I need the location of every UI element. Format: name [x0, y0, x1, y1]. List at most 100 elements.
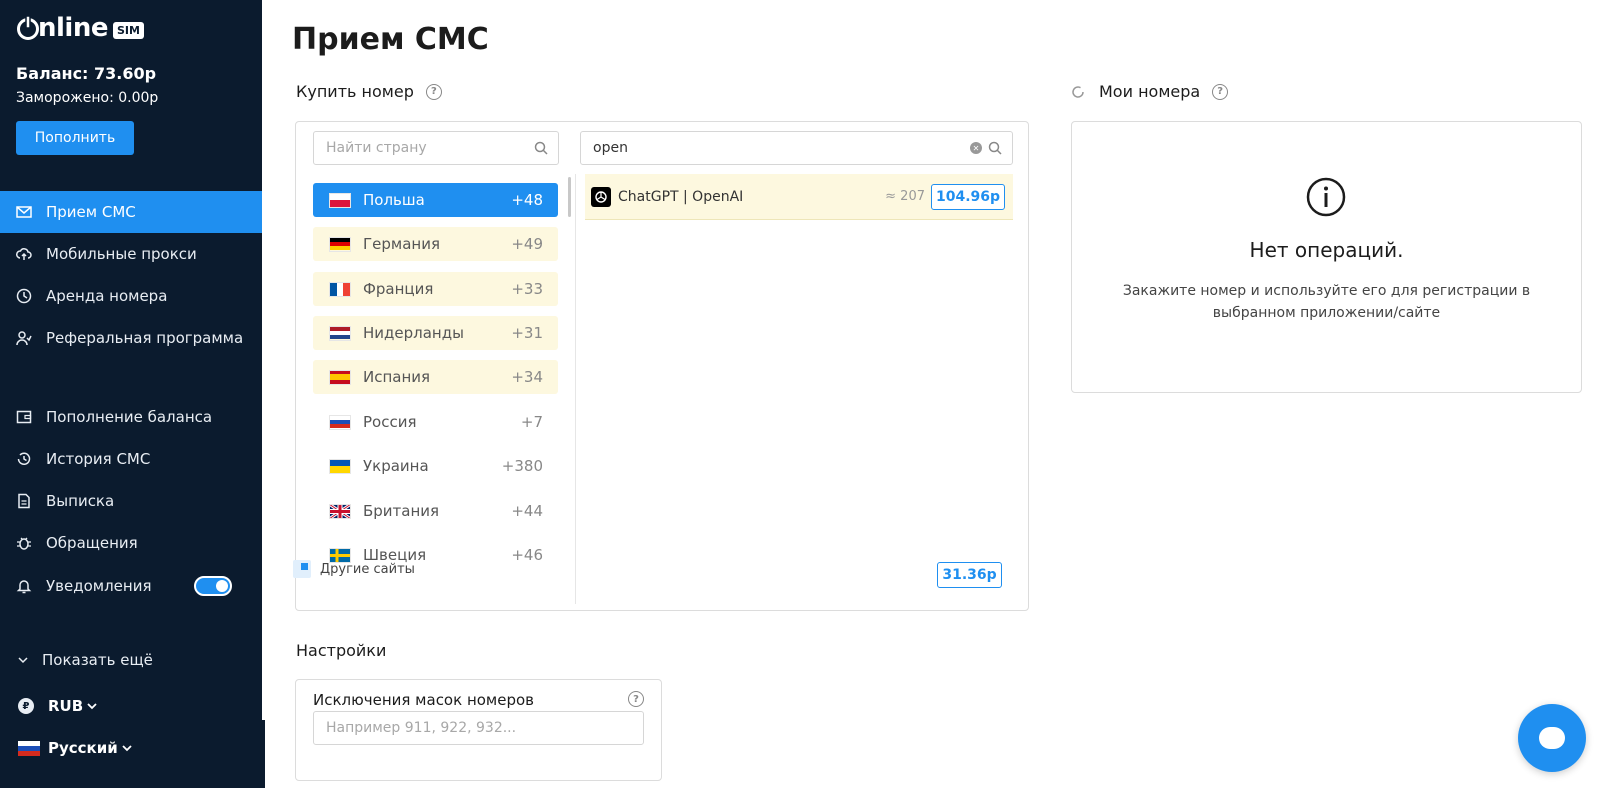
- language-selector[interactable]: Русский: [18, 739, 132, 757]
- nav-label: Аренда номера: [46, 287, 168, 305]
- ukraine-flag-icon: [329, 458, 351, 474]
- power-logo-icon: [17, 15, 39, 40]
- settings-title: Настройки: [296, 641, 387, 660]
- chat-button[interactable]: [1518, 704, 1586, 772]
- ruble-coin-icon: ₽: [18, 698, 34, 714]
- other-sites-price-button[interactable]: 31.36р: [937, 562, 1002, 588]
- users-icon: [16, 330, 32, 346]
- nav-label: Мобильные прокси: [46, 245, 197, 263]
- my-numbers-title: Мои номера: [1099, 82, 1201, 101]
- help-icon[interactable]: ?: [425, 83, 442, 100]
- country-row-ukraine[interactable]: Украина +380: [313, 449, 558, 483]
- logo[interactable]: nline SIM: [16, 14, 144, 42]
- country-row-germany[interactable]: Германия +49: [313, 227, 558, 261]
- britain-flag-icon: [329, 503, 351, 519]
- country-name: Испания: [363, 368, 431, 386]
- frozen-balance: Заморожено: 0.00р: [16, 90, 159, 106]
- nav-label: Пополнение баланса: [46, 408, 213, 426]
- netherlands-flag-icon: [329, 325, 351, 341]
- help-icon[interactable]: ?: [1212, 83, 1229, 100]
- nav-label: Обращения: [46, 534, 138, 552]
- country-row-spain[interactable]: Испания +34: [313, 360, 558, 394]
- refresh-icon[interactable]: [1071, 85, 1085, 99]
- show-more-button[interactable]: Показать ещё: [18, 651, 153, 669]
- service-count: ≈ 207: [885, 189, 925, 204]
- country-row-poland[interactable]: Польша +48: [313, 183, 558, 217]
- country-row-russia[interactable]: Россия +7: [313, 405, 558, 439]
- country-code: +34: [511, 368, 543, 386]
- nav-item-sms-history[interactable]: История СМС: [0, 438, 265, 480]
- country-name: Нидерланды: [363, 324, 464, 342]
- germany-flag-icon: [329, 236, 351, 252]
- buy-number-card: Найти страну open ✕ Польша +48 Германия …: [295, 121, 1029, 611]
- wallet-icon: [16, 409, 32, 425]
- country-name: Польша: [363, 191, 425, 209]
- mail-icon: [16, 204, 32, 220]
- country-name: Россия: [363, 413, 417, 431]
- language-label: Русский: [48, 739, 118, 757]
- chevron-down-icon: [87, 703, 97, 710]
- country-row-netherlands[interactable]: Нидерланды +31: [313, 316, 558, 350]
- empty-title: Нет операций.: [1249, 238, 1404, 262]
- chevron-down-icon: [122, 745, 132, 752]
- masks-label: Исключения масок номеров: [313, 691, 535, 709]
- country-row-france[interactable]: Франция +33: [313, 272, 558, 306]
- sidebar-scrollbar[interactable]: [262, 0, 265, 720]
- openai-icon: [591, 186, 611, 207]
- clock-icon: [16, 288, 32, 304]
- country-list-scrollbar[interactable]: [568, 177, 571, 217]
- page-title: Прием СМС: [292, 22, 489, 57]
- show-more-label: Показать ещё: [42, 651, 153, 669]
- service-price-button[interactable]: 104.96р: [931, 183, 1005, 210]
- country-search-placeholder: Найти страну: [326, 140, 427, 156]
- topup-button[interactable]: Пополнить: [16, 121, 134, 155]
- poland-flag-icon: [329, 192, 351, 208]
- country-row-britain[interactable]: Британия +44: [313, 494, 558, 528]
- other-sites-row[interactable]: Другие сайты: [293, 560, 415, 578]
- nav-item-statement[interactable]: Выписка: [0, 480, 265, 522]
- search-icon: [988, 141, 1002, 155]
- info-icon: [1306, 177, 1346, 217]
- help-icon[interactable]: ?: [628, 691, 644, 707]
- chat-bubble-icon: [1539, 727, 1565, 749]
- balance: Баланс: 73.60р: [16, 64, 157, 83]
- service-search-input[interactable]: open ✕: [580, 131, 1013, 165]
- sidebar: nline SIM Баланс: 73.60р Заморожено: 0.0…: [0, 0, 265, 788]
- clear-icon[interactable]: ✕: [970, 142, 982, 154]
- nav-item-rent-number[interactable]: Аренда номера: [0, 275, 265, 317]
- nav-label: История СМС: [46, 450, 151, 468]
- service-row-chatgpt[interactable]: ChatGPT | OpenAI ≈ 207 104.96р: [585, 174, 1013, 220]
- empty-text: Закажите номер и используйте его для рег…: [1122, 283, 1531, 321]
- notifications-toggle[interactable]: [194, 576, 232, 596]
- currency-label: RUB: [48, 697, 84, 715]
- currency-selector[interactable]: ₽ RUB: [18, 697, 97, 715]
- logo-text: nline: [38, 13, 108, 43]
- history-icon: [16, 451, 32, 467]
- nav-item-mobile-proxy[interactable]: Мобильные прокси: [0, 233, 265, 275]
- nav-item-topup-balance[interactable]: Пополнение баланса: [0, 396, 265, 438]
- country-name: Британия: [363, 502, 440, 520]
- buy-number-heading: Купить номер ?: [296, 82, 442, 101]
- chevron-down-icon: [18, 657, 28, 664]
- service-search-value: open: [593, 140, 628, 156]
- nav-item-support[interactable]: Обращения: [0, 522, 265, 564]
- country-code: +46: [511, 546, 543, 564]
- country-code: +49: [511, 235, 543, 253]
- bug-icon: [16, 535, 32, 551]
- nav-item-referral[interactable]: Реферальная программа: [0, 317, 265, 359]
- buy-number-title: Купить номер: [296, 82, 414, 101]
- country-search-input[interactable]: Найти страну: [313, 131, 559, 165]
- russia-flag-icon: [329, 414, 351, 430]
- nav-item-sms-receive[interactable]: Прием СМС: [0, 191, 262, 233]
- masks-input[interactable]: Например 911, 922, 932...: [313, 711, 644, 745]
- toggle-knob: [216, 580, 228, 592]
- country-name: Украина: [363, 457, 429, 475]
- bell-icon: [16, 578, 32, 594]
- document-icon: [16, 493, 32, 509]
- country-code: +44: [511, 502, 543, 520]
- country-code: +380: [501, 457, 543, 475]
- nav-label: Реферальная программа: [46, 329, 244, 347]
- other-sites-label: Другие сайты: [320, 561, 415, 577]
- country-code: +31: [511, 324, 543, 342]
- my-numbers-heading: Мои номера ?: [1071, 82, 1229, 101]
